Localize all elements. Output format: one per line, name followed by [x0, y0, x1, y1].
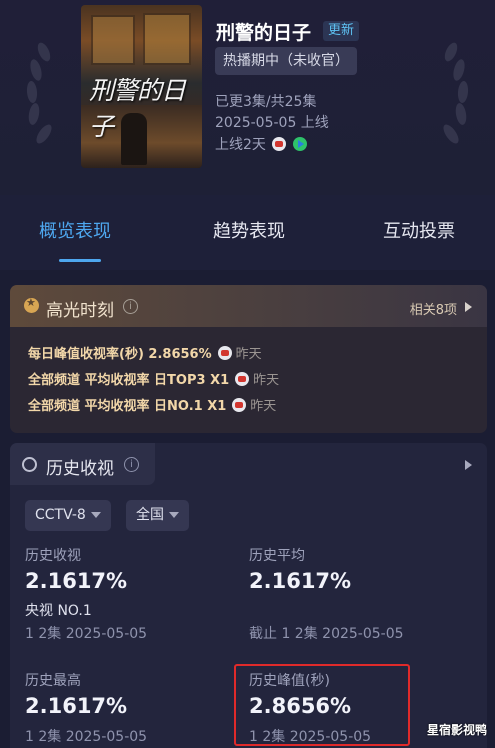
highlight-row-text: 每日峰值收视率(秒) 2.8656% [28, 347, 212, 362]
cctv-channel-icon[interactable] [272, 137, 287, 151]
stat-avg-value: 2.1617% [249, 569, 352, 593]
highlight-row-time: 昨天 [235, 347, 262, 362]
episode-count: 已更3集/共25集 [215, 94, 317, 110]
highlight-annotation-box [234, 664, 410, 746]
star-badge-icon [24, 296, 39, 313]
highlight-row-time: 昨天 [250, 399, 277, 414]
tab-bar: 概览表现 趋势表现 互动投票 [0, 195, 495, 270]
highlights-card: 高光时刻 i 相关8项 每日峰值收视率(秒) 2.8656% 昨天 全部频道 平均… [10, 285, 487, 433]
caret-down-icon [90, 512, 101, 518]
highlight-row-text: 全部频道 平均收视率 日TOP3 X1 [28, 373, 230, 388]
streaming-platform-icon[interactable] [292, 137, 307, 151]
poster-window-left [91, 15, 135, 65]
online-days: 上线2天 [215, 134, 307, 154]
info-icon[interactable]: i [124, 457, 139, 472]
active-tab-indicator [59, 259, 101, 262]
tab-votes[interactable]: 互动投票 [383, 217, 455, 243]
poster-title-art: 刑警的日子 [89, 76, 186, 141]
stat-avg-sub: 截止 1 2集 2025-05-05 [249, 626, 404, 642]
watermark: 星宿影视鸭 [426, 723, 487, 737]
stat-max-label: 历史最高 [25, 673, 81, 689]
poster-window-right [143, 13, 191, 65]
history-film-icon [22, 457, 37, 472]
history-header: 历史收视 i [10, 443, 155, 485]
highlight-row: 每日峰值收视率(秒) 2.8656% 昨天 [28, 343, 262, 362]
update-badge: 更新 [323, 21, 360, 41]
stat-max-sub: 1 2集 2025-05-05 [25, 729, 148, 745]
show-title: 刑警的日子 [216, 22, 312, 44]
region-select[interactable]: 全国 [126, 500, 189, 531]
highlight-row-text: 全部频道 平均收视率 日NO.1 X1 [28, 399, 227, 414]
stat-total-rank: 央视 NO.1 [25, 603, 92, 619]
highlight-row: 全部频道 平均收视率 日NO.1 X1 昨天 [28, 395, 276, 414]
highlight-row-time: 昨天 [253, 373, 280, 388]
tab-trends[interactable]: 趋势表现 [213, 217, 285, 243]
chevron-right-icon[interactable] [465, 302, 472, 312]
chevron-right-icon[interactable] [465, 460, 472, 470]
channel-select[interactable]: CCTV-8 [25, 500, 111, 531]
laurel-left-icon [26, 42, 52, 144]
premiere-date: 2025-05-05 上线 [215, 115, 329, 131]
highlight-row: 全部频道 平均收视率 日TOP3 X1 昨天 [28, 369, 279, 388]
stat-total-value: 2.1617% [25, 569, 128, 593]
stat-avg-label: 历史平均 [249, 548, 305, 564]
history-title: 历史收视 [46, 459, 114, 479]
stat-max-value: 2.1617% [25, 694, 128, 718]
stat-total-label: 历史收视 [25, 548, 81, 564]
info-icon[interactable]: i [123, 299, 138, 314]
show-poster[interactable]: 刑警的日子 [81, 5, 202, 168]
stat-total-episode: 1 2集 2025-05-05 [25, 626, 148, 642]
status-pill: 热播期中（未收官） [215, 47, 357, 75]
online-days-label: 上线2天 [215, 137, 266, 153]
highlights-header[interactable]: 高光时刻 i 相关8项 [10, 285, 487, 327]
region-select-value: 全国 [136, 507, 164, 523]
tab-overview[interactable]: 概览表现 [39, 217, 111, 243]
highlights-title: 高光时刻 [46, 301, 114, 321]
cctv-channel-icon [235, 372, 250, 386]
caret-down-icon [169, 512, 179, 518]
highlights-related-link[interactable]: 相关8项 [410, 299, 457, 318]
channel-select-value: CCTV-8 [35, 507, 86, 523]
show-header: 刑警的日子 刑警的日子 更新 热播期中（未收官） 已更3集/共25集 2025-… [0, 0, 495, 195]
cctv-channel-icon [217, 346, 232, 360]
cctv-channel-icon [232, 398, 247, 412]
laurel-right-icon [443, 42, 469, 144]
